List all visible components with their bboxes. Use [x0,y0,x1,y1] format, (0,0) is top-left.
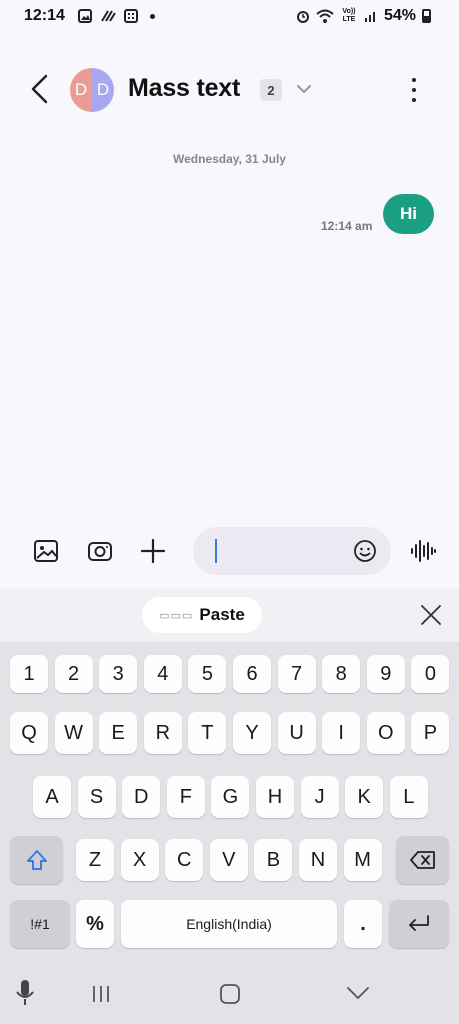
key-w[interactable]: W [54,712,93,754]
backspace-key[interactable] [396,836,449,884]
calendar-notification-icon [124,9,138,23]
wifi-icon [316,9,334,23]
microphone-icon[interactable] [14,978,36,1008]
key-p[interactable]: P [411,712,450,754]
message-input[interactable] [221,535,345,569]
key-c[interactable]: C [165,839,204,881]
key-0[interactable]: 0 [411,655,450,693]
key-r[interactable]: R [143,712,182,754]
key-n[interactable]: N [299,839,337,881]
key-h[interactable]: H [256,776,294,818]
key-5[interactable]: 5 [188,655,227,693]
participant-count-badge[interactable]: 2 [260,79,282,101]
text-cursor [215,539,217,563]
emoji-icon[interactable] [353,539,377,563]
status-bar: 12:14 Vo)) LTE 54% [0,0,459,34]
key-f[interactable]: F [166,776,205,818]
enter-key[interactable] [389,900,449,948]
status-right: Vo)) LTE 54% [296,7,431,25]
key-z[interactable]: Z [76,839,114,881]
paste-label: Paste [199,605,245,624]
avatar-left: D [70,68,92,112]
more-options-icon[interactable] [404,76,424,104]
navigation-bar [0,960,459,1024]
key-b[interactable]: B [254,839,293,881]
key-d[interactable]: D [122,776,161,818]
group-avatar[interactable]: D D [70,68,114,112]
date-separator: Wednesday, 31 July [173,152,286,166]
shift-icon [26,850,47,870]
key-e[interactable]: E [99,712,138,754]
home-icon[interactable] [219,983,241,1005]
key-t[interactable]: T [188,712,227,754]
key-1[interactable]: 1 [10,655,48,693]
voice-recording-icon[interactable] [409,538,437,564]
gallery-icon[interactable] [32,537,60,565]
battery-icon [422,9,431,23]
period-key[interactable]: . [344,900,382,948]
key-v[interactable]: V [209,839,248,881]
message-input-field[interactable] [193,527,391,575]
key-9[interactable]: 9 [366,655,405,693]
key-q[interactable]: Q [10,712,48,754]
hide-keyboard-chevron-icon[interactable] [346,986,370,1000]
key-y[interactable]: Y [233,712,271,754]
key-j[interactable]: J [300,776,339,818]
key-8[interactable]: 8 [322,655,361,693]
key-k[interactable]: K [345,776,384,818]
close-icon[interactable] [419,603,443,627]
key-l[interactable]: L [389,776,428,818]
message-timestamp: 12:14 am [321,219,373,233]
paste-button[interactable]: ▭▭▭ Paste [142,597,262,633]
battery-percent: 54% [383,7,416,24]
alarm-icon [296,11,309,23]
conversation-title[interactable]: Mass text [128,74,240,103]
symbols-key[interactable]: !#1 [10,900,70,948]
space-key[interactable]: English(India) [121,900,337,948]
recent-apps-icon[interactable] [90,984,112,1004]
network-type-label: Vo)) LTE [342,8,356,23]
status-time: 12:14 [24,7,65,24]
key-i[interactable]: I [322,712,361,754]
more-notifications-dot-icon [150,13,155,19]
key-7[interactable]: 7 [277,655,316,693]
cellular-signal-icon [364,12,375,22]
signal-notification-icon [101,10,116,22]
key-x[interactable]: X [120,839,159,881]
back-arrow-icon[interactable] [26,73,54,105]
key-u[interactable]: U [277,712,316,754]
key-6[interactable]: 6 [233,655,271,693]
key-2[interactable]: 2 [54,655,93,693]
notification-icons [78,9,155,23]
camera-icon[interactable] [86,537,114,565]
backspace-icon [409,851,435,869]
key-s[interactable]: S [77,776,116,818]
outgoing-message-bubble[interactable]: Hi [383,194,434,234]
key-g[interactable]: G [211,776,250,818]
add-attachment-icon[interactable] [139,537,167,565]
shift-key[interactable] [10,836,63,884]
key-3[interactable]: 3 [99,655,138,693]
key-m[interactable]: M [343,839,382,881]
keyboard: 1234567890 QWERTYUIOP ASDFGHJKL ZXCVBNM … [0,642,459,960]
key-4[interactable]: 4 [143,655,182,693]
key-o[interactable]: O [366,712,405,754]
key-a[interactable]: A [33,776,71,818]
percent-key[interactable]: % [76,900,114,948]
chevron-down-icon[interactable] [295,83,313,95]
keyboard-suggestion-bar: ▭▭▭ Paste [0,588,459,642]
image-notification-icon [78,9,92,23]
avatar-right: D [92,68,114,112]
clipboard-preview-icon: ▭▭▭ [159,609,194,622]
enter-icon [409,915,429,931]
